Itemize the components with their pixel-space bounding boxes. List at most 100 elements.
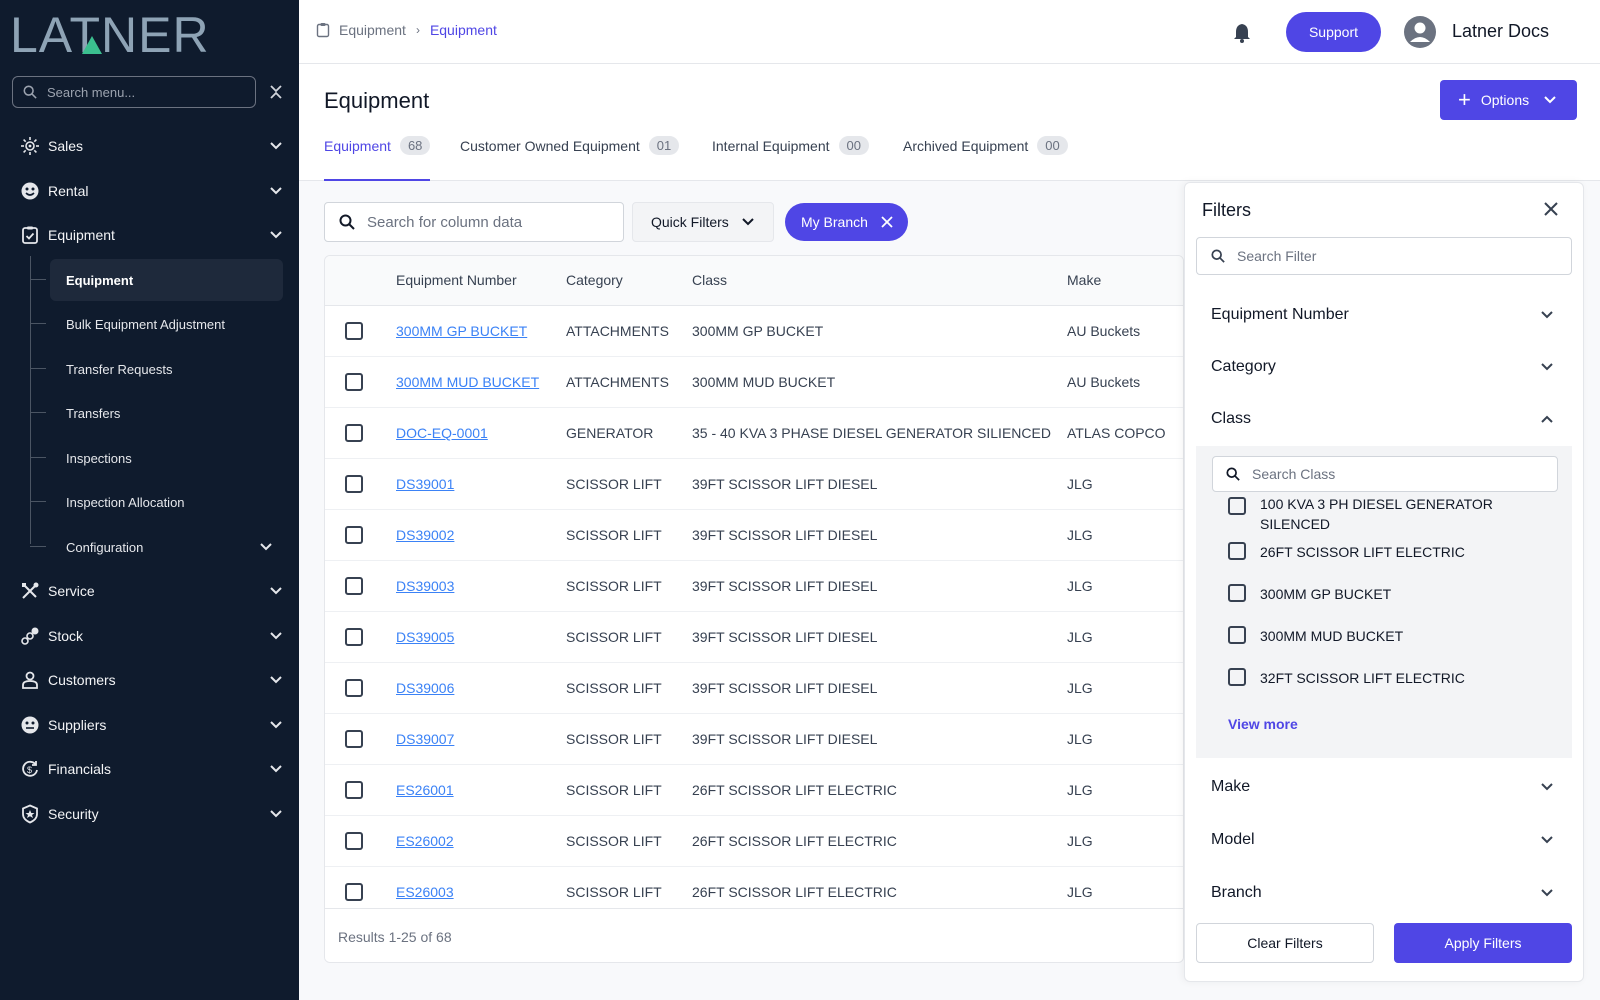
equipment-number-link[interactable]: ES26001 xyxy=(396,782,454,798)
class-search-input[interactable]: Search Class xyxy=(1212,456,1558,492)
sidebar-item-label: Security xyxy=(48,806,99,822)
chevron-down-icon xyxy=(1541,363,1553,371)
filter-section-equipment-number[interactable]: Equipment Number xyxy=(1196,289,1572,341)
equipment-number-link[interactable]: DS39005 xyxy=(396,629,454,645)
sidebar-subitem-transfer-requests[interactable]: Transfer Requests xyxy=(30,348,283,390)
checkbox[interactable] xyxy=(1228,584,1246,602)
sidebar-item-rental[interactable]: Rental xyxy=(0,171,299,211)
close-icon[interactable] xyxy=(880,215,894,229)
options-button[interactable]: + Options xyxy=(1440,80,1577,120)
table-row[interactable]: DS39001 SCISSOR LIFT 39FT SCISSOR LIFT DIE… xyxy=(325,459,1183,510)
view-more-link[interactable]: View more xyxy=(1228,716,1298,732)
column-header-make[interactable]: Make xyxy=(1067,272,1101,288)
sidebar-item-service[interactable]: Service xyxy=(0,571,299,611)
sidebar-subitem-configuration[interactable]: Configuration xyxy=(30,526,283,568)
checkbox[interactable] xyxy=(1228,668,1246,686)
sidebar-item-customers[interactable]: Customers xyxy=(0,660,299,700)
class-option[interactable]: 32FT SCISSOR LIFT ELECTRIC xyxy=(1228,668,1548,688)
support-button[interactable]: Support xyxy=(1286,12,1381,52)
chevron-down-icon xyxy=(270,187,282,195)
table-row[interactable]: DS39005 SCISSOR LIFT 39FT SCISSOR LIFT DIE… xyxy=(325,612,1183,663)
table-row[interactable]: DS39003 SCISSOR LIFT 39FT SCISSOR LIFT DIE… xyxy=(325,561,1183,612)
equipment-number-link[interactable]: DS39007 xyxy=(396,731,454,747)
class-option[interactable]: 100 KVA 3 PH DIESEL GENERATOR SILENCED xyxy=(1228,494,1548,534)
sidebar-item-financials[interactable]: $ Financials xyxy=(0,749,299,789)
table-row[interactable]: ES26001 SCISSOR LIFT 26FT SCISSOR LIFT ELE… xyxy=(325,765,1183,816)
row-checkbox[interactable] xyxy=(345,679,363,697)
row-checkbox[interactable] xyxy=(345,628,363,646)
row-checkbox[interactable] xyxy=(345,781,363,799)
sidebar-item-security[interactable]: Security xyxy=(0,794,299,834)
column-search-input[interactable]: Search for column data xyxy=(324,202,624,242)
row-checkbox[interactable] xyxy=(345,322,363,340)
checkbox[interactable] xyxy=(1228,497,1246,515)
chevron-down-icon xyxy=(1541,311,1553,319)
filter-section-category[interactable]: Category xyxy=(1196,341,1572,393)
column-header-class[interactable]: Class xyxy=(692,272,727,288)
equipment-number-link[interactable]: DOC-EQ-0001 xyxy=(396,425,488,441)
sidebar-subitem-transfers[interactable]: Transfers xyxy=(30,392,283,434)
equipment-number-link[interactable]: 300MM GP BUCKET xyxy=(396,323,527,339)
row-checkbox[interactable] xyxy=(345,424,363,442)
breadcrumb-item[interactable]: Equipment xyxy=(339,22,406,38)
sidebar-item-equipment[interactable]: Equipment xyxy=(0,215,299,255)
table-row[interactable]: DS39007 SCISSOR LIFT 39FT SCISSOR LIFT DIE… xyxy=(325,714,1183,765)
equipment-number-link[interactable]: ES26003 xyxy=(396,884,454,900)
filter-section-branch[interactable]: Branch xyxy=(1196,867,1572,919)
equipment-number-link[interactable]: DS39003 xyxy=(396,578,454,594)
sidebar-subitem-inspection-allocation[interactable]: Inspection Allocation xyxy=(30,481,283,523)
bell-icon[interactable] xyxy=(1231,22,1253,44)
avatar-icon[interactable] xyxy=(1404,16,1436,48)
row-checkbox[interactable] xyxy=(345,730,363,748)
class-option[interactable]: 300MM MUD BUCKET xyxy=(1228,626,1548,646)
class-option[interactable]: 300MM GP BUCKET xyxy=(1228,584,1548,604)
sidebar-item-sales[interactable]: Sales xyxy=(0,126,299,166)
row-checkbox[interactable] xyxy=(345,373,363,391)
row-checkbox[interactable] xyxy=(345,832,363,850)
tab-customer-owned-equipment[interactable]: Customer Owned Equipment 01 xyxy=(460,134,680,181)
tab-internal-equipment[interactable]: Internal Equipment 00 xyxy=(712,134,869,181)
equipment-number-link[interactable]: ES26002 xyxy=(396,833,454,849)
table-row[interactable]: DS39002 SCISSOR LIFT 39FT SCISSOR LIFT DIE… xyxy=(325,510,1183,561)
column-header-equipment-number[interactable]: Equipment Number xyxy=(396,272,517,288)
row-checkbox[interactable] xyxy=(345,475,363,493)
apply-filters-button[interactable]: Apply Filters xyxy=(1394,923,1572,963)
table-row[interactable]: ES26002 SCISSOR LIFT 26FT SCISSOR LIFT ELE… xyxy=(325,816,1183,867)
equipment-number-link[interactable]: 300MM MUD BUCKET xyxy=(396,374,539,390)
collapse-sidebar-icon[interactable] xyxy=(266,82,286,102)
tab-equipment[interactable]: Equipment 68 xyxy=(324,134,431,181)
row-checkbox[interactable] xyxy=(345,526,363,544)
filter-section-label: Make xyxy=(1211,778,1251,795)
filter-section-model[interactable]: Model xyxy=(1196,814,1572,866)
clear-filters-button[interactable]: Clear Filters xyxy=(1196,923,1374,963)
checkbox[interactable] xyxy=(1228,542,1246,560)
plus-icon: + xyxy=(1458,87,1471,112)
equipment-number-link[interactable]: DS39002 xyxy=(396,527,454,543)
latner-logo[interactable]: LATNER xyxy=(10,10,280,56)
sidebar-item-suppliers[interactable]: Suppliers xyxy=(0,705,299,745)
tab-archived-equipment[interactable]: Archived Equipment 00 xyxy=(903,134,1068,181)
my-branch-filter-chip[interactable]: My Branch xyxy=(785,203,908,241)
user-name[interactable]: Latner Docs xyxy=(1452,21,1549,42)
equipment-number-link[interactable]: DS39006 xyxy=(396,680,454,696)
filter-search-input[interactable]: Search Filter xyxy=(1196,237,1572,275)
row-checkbox[interactable] xyxy=(345,883,363,901)
table-row[interactable]: DS39006 SCISSOR LIFT 39FT SCISSOR LIFT DIE… xyxy=(325,663,1183,714)
table-row[interactable]: DOC-EQ-0001 GENERATOR 35 - 40 KVA 3 PHASE … xyxy=(325,408,1183,459)
filter-section-class[interactable]: Class xyxy=(1196,393,1572,445)
checkbox[interactable] xyxy=(1228,626,1246,644)
table-row[interactable]: 300MM GP BUCKET ATTACHMENTS 300MM GP BUCKE… xyxy=(325,306,1183,357)
sidebar-subitem-inspections[interactable]: Inspections xyxy=(30,437,283,479)
menu-search-input[interactable]: Search menu... xyxy=(12,76,256,108)
row-checkbox[interactable] xyxy=(345,577,363,595)
class-option[interactable]: 26FT SCISSOR LIFT ELECTRIC xyxy=(1228,542,1548,562)
filter-section-make[interactable]: Make xyxy=(1196,761,1572,813)
table-row[interactable]: 300MM MUD BUCKET ATTACHMENTS 300MM MUD BUC… xyxy=(325,357,1183,408)
sidebar-subitem-bulk-equipment-adjustment[interactable]: Bulk Equipment Adjustment xyxy=(30,303,283,345)
close-icon[interactable] xyxy=(1541,199,1561,219)
quick-filters-button[interactable]: Quick Filters xyxy=(632,202,774,242)
sidebar-item-stock[interactable]: Stock xyxy=(0,616,299,656)
column-header-category[interactable]: Category xyxy=(566,272,623,288)
sidebar-subitem-equipment[interactable]: Equipment xyxy=(30,259,283,301)
equipment-number-link[interactable]: DS39001 xyxy=(396,476,454,492)
